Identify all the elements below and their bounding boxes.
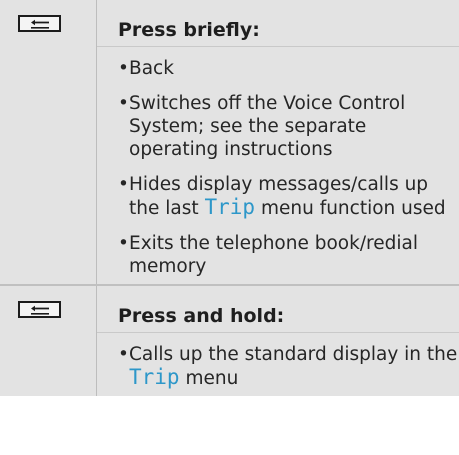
description-cell: Press briefly: • Back • Switches off the V… <box>97 0 459 284</box>
back-key-icon <box>18 301 61 318</box>
press-and-hold-heading: Press and hold: <box>118 305 285 327</box>
trip-menu-term: Trip <box>129 365 180 389</box>
list-item: • Calls up the standard display in the Tr… <box>118 344 458 389</box>
row-press-briefly: Press briefly: • Back • Switches off the V… <box>0 0 459 284</box>
trip-menu-term: Trip <box>204 195 256 219</box>
back-arrow-icon <box>31 305 49 315</box>
press-briefly-heading: Press briefly: <box>118 19 260 41</box>
key-cell <box>0 286 97 396</box>
row-press-and-hold: Press and hold: • Calls up the standard d… <box>0 286 459 396</box>
description-cell: Press and hold: • Calls up the standard d… <box>97 286 459 396</box>
key-cell <box>0 0 97 284</box>
list-item: • Switches off the Voice Control System; … <box>118 93 406 160</box>
list-item: • Back <box>118 58 174 79</box>
list-item: • Exits the telephone book/redial memory <box>118 233 418 277</box>
list-item: • Hides display messages/calls up the las… <box>118 174 446 219</box>
key-function-table: Press briefly: • Back • Switches off the V… <box>0 0 459 396</box>
back-arrow-icon <box>31 19 49 29</box>
back-key-icon <box>18 15 61 32</box>
